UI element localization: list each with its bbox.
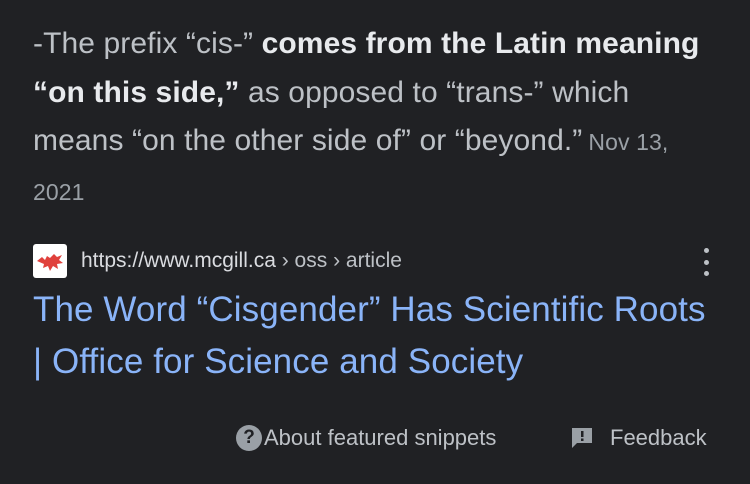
about-featured-snippets-label: About featured snippets (264, 425, 497, 450)
snippet-text-start: -The prefix “cis-” (33, 27, 262, 60)
featured-snippet-card: -The prefix “cis-” comes from the Latin … (0, 0, 750, 484)
mcgill-favicon-icon (33, 244, 67, 278)
source-url-domain: https://www.mcgill.ca (81, 249, 276, 272)
source-url[interactable]: https://www.mcgill.ca › oss › article (81, 249, 402, 273)
snippet-text: -The prefix “cis-” comes from the Latin … (33, 20, 713, 216)
about-featured-snippets-button[interactable]: ? About featured snippets (236, 420, 496, 456)
feedback-icon (570, 426, 594, 450)
more-options-icon[interactable] (701, 248, 711, 276)
result-title-link[interactable]: The Word “Cisgender” Has Scientific Root… (33, 284, 723, 388)
question-circle-icon: ? (236, 425, 262, 451)
feedback-button[interactable]: Feedback (570, 420, 707, 456)
source-breadcrumbs: › oss › article (275, 249, 402, 272)
source-row[interactable]: https://www.mcgill.ca › oss › article (33, 243, 723, 279)
feedback-label: Feedback (610, 425, 707, 450)
